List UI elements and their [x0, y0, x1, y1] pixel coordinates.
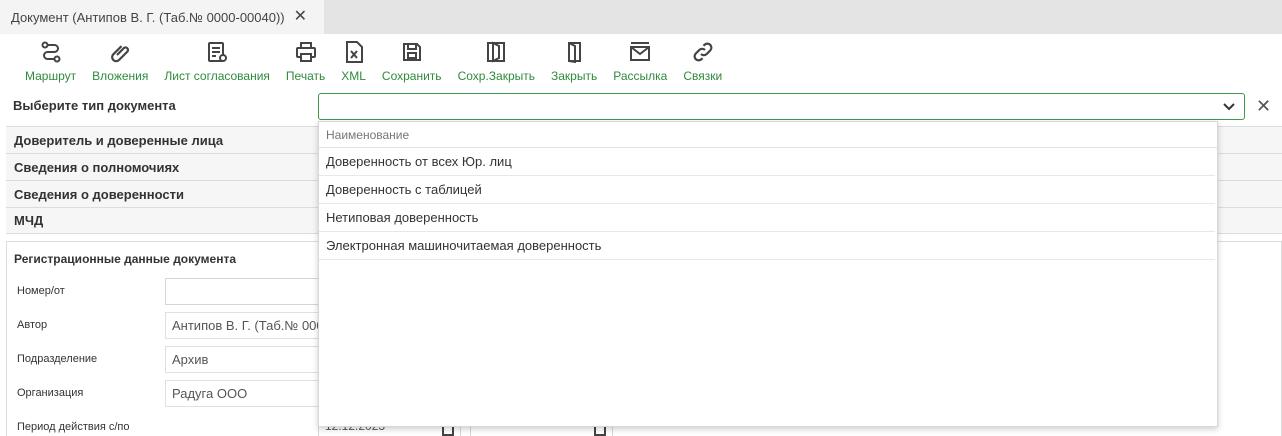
approval-sheet-button[interactable]: Лист согласования: [160, 34, 274, 86]
registration-title: Регистрационные данные документа: [14, 252, 237, 266]
save-button[interactable]: Сохранить: [378, 34, 446, 86]
dropdown-option[interactable]: Электронная машиночитаемая доверенность: [319, 232, 1215, 260]
close-label: Закрыть: [551, 69, 598, 83]
section-title: Доверитель и доверенные лица: [14, 132, 224, 148]
route-button[interactable]: Маршрут: [21, 34, 80, 86]
doctype-label: Выберите тип документа: [13, 98, 176, 113]
approval-sheet-icon: [208, 42, 228, 62]
organization-label: Организация: [17, 387, 84, 399]
period-label: Период действия с/по: [17, 421, 130, 433]
save-close-button[interactable]: Сохр.Закрыть: [454, 34, 539, 86]
tab-bar: Документ (Антипов В. Г. (Таб.№ 0000-0004…: [0, 0, 1282, 34]
paperclip-icon: [111, 45, 130, 63]
close-door-icon: [568, 42, 582, 64]
save-close-label: Сохр.Закрыть: [457, 69, 535, 83]
close-button[interactable]: Закрыть: [547, 34, 601, 86]
clear-doctype-icon[interactable]: ✕: [1256, 97, 1271, 115]
department-label: Подразделение: [17, 353, 98, 365]
dropdown-option[interactable]: Доверенность с таблицей: [319, 176, 1215, 204]
save-label: Сохранить: [381, 69, 442, 83]
document-tab[interactable]: Документ (Антипов В. Г. (Таб.№ 0000-0004…: [0, 0, 324, 34]
route-icon: [41, 41, 61, 63]
xml-file-icon: [345, 41, 363, 63]
save-close-icon: [487, 41, 506, 63]
printer-icon: [295, 42, 316, 62]
route-label: Маршрут: [25, 69, 77, 83]
mailing-button[interactable]: Рассылка: [609, 34, 671, 86]
dropdown-header: Наименование: [319, 122, 1217, 148]
section-title: Сведения о доверенности: [14, 186, 184, 202]
mailing-icon: [630, 42, 651, 61]
doctype-dropdown: Наименование Доверенность от всех Юр. ли…: [318, 121, 1218, 427]
attachments-button[interactable]: Вложения: [88, 34, 152, 86]
approval-sheet-label: Лист согласования: [164, 69, 270, 83]
tab-close-icon[interactable]: ✕: [294, 9, 307, 25]
link-icon: [693, 42, 713, 62]
print-label: Печать: [285, 69, 326, 83]
toolbar: Маршрут Вложения Лист согласования Печат…: [0, 34, 1282, 86]
tab-title: Документ (Антипов В. Г. (Таб.№ 0000-0004…: [11, 9, 285, 25]
attachments-label: Вложения: [92, 69, 149, 83]
links-label: Связки: [683, 69, 723, 83]
print-button[interactable]: Печать: [282, 34, 329, 86]
section-title: Сведения о полномочиях: [14, 159, 180, 175]
section-title: МЧД: [14, 213, 44, 228]
xml-button[interactable]: XML: [337, 34, 370, 86]
links-button[interactable]: Связки: [679, 34, 726, 86]
dropdown-option[interactable]: Нетиповая доверенность: [319, 204, 1215, 232]
dropdown-option[interactable]: Доверенность от всех Юр. лиц: [319, 148, 1215, 176]
xml-label: XML: [341, 69, 366, 83]
number-label: Номер/от: [17, 285, 65, 297]
save-icon: [402, 43, 421, 61]
chevron-down-icon[interactable]: [1222, 99, 1236, 113]
author-label: Автор: [17, 319, 48, 331]
doctype-select[interactable]: [318, 93, 1245, 120]
mailing-label: Рассылка: [613, 69, 668, 83]
